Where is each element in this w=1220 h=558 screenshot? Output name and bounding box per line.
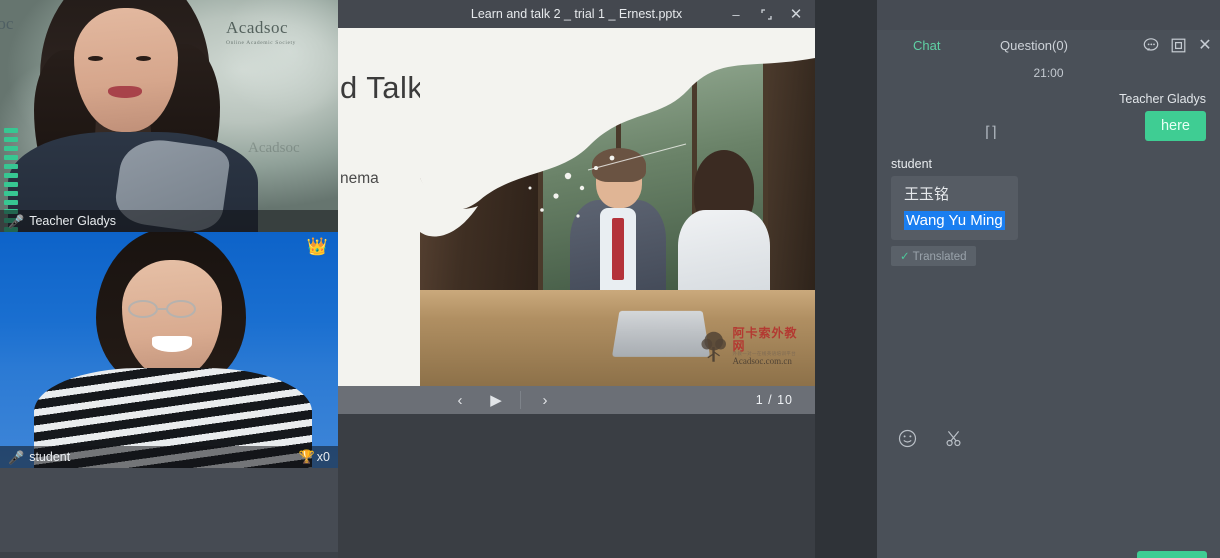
student-glasses-bridge <box>158 308 168 310</box>
control-divider <box>520 391 521 409</box>
backdrop-brand-secondary: Acadsoc <box>248 140 300 157</box>
watermark-cn: 阿卡索外教网 <box>732 327 809 352</box>
photo-person-man-tie <box>612 218 624 280</box>
trophy-count: x0 <box>317 450 330 464</box>
message-bubble-incoming[interactable]: 王玉铭 Wang Yu Ming <box>891 176 1018 240</box>
teacher-eye-right <box>136 56 151 61</box>
chat-message-outgoing: Teacher Gladys here <box>891 92 1206 141</box>
chat-footer: Send <box>877 546 1220 558</box>
message-sender-name: student <box>891 157 1206 171</box>
teacher-mouth <box>108 86 142 98</box>
student-mouth <box>152 336 192 352</box>
send-button[interactable]: Send <box>1137 551 1207 558</box>
minimize-icon[interactable]: – <box>721 0 751 28</box>
presentation-window-backdrop <box>338 414 815 558</box>
slide-subtitle: nema <box>340 170 379 188</box>
chat-toolbar <box>877 418 1220 458</box>
student-name-label: student <box>29 450 70 464</box>
restore-icon[interactable] <box>751 0 781 28</box>
crown-icon: 👑 <box>307 238 328 255</box>
slide-title: d Talk <box>340 70 423 106</box>
microphone-icon: 🎤 <box>8 451 24 464</box>
chat-message-list: 21:00 ⌈⌉ Teacher Gladys here student 王玉铭… <box>877 66 1220 418</box>
dock-window-icon[interactable] <box>1169 36 1187 54</box>
close-icon[interactable]: ✕ <box>1196 36 1214 54</box>
chat-message-incoming: student 王玉铭 Wang Yu Ming ✓Translated <box>891 157 1206 266</box>
student-feed-nameplate: 🎤 student 🏆 x0 <box>0 446 338 468</box>
app-root: sloc soc Acadsoc Online Academic Society… <box>0 0 1220 558</box>
chat-timestamp: 21:00 <box>891 66 1206 80</box>
photo-person-man-hair <box>592 148 646 182</box>
chat-bubble-icon[interactable] <box>1142 36 1160 54</box>
trophy-icon: 🏆 <box>299 449 315 465</box>
slide-canvas[interactable]: d Talk II nema <box>338 28 815 386</box>
photo-laptop <box>612 311 710 357</box>
slide-watermark: 阿卡索外教网 外教一对一在线英语培训平台 Acadsoc.com.cn <box>699 326 809 368</box>
chat-input-area[interactable] <box>877 458 1220 546</box>
presentation-window: Learn and talk 2 _ trial 1 _ Ernest.pptx… <box>338 0 815 414</box>
chat-header: Chat Question(0) <box>877 30 1220 64</box>
tab-chat[interactable]: Chat <box>913 38 940 53</box>
desktop-gap <box>815 0 877 558</box>
translated-label: Translated <box>913 251 967 263</box>
backdrop-tagline: Online Academic Society <box>226 40 296 46</box>
presentation-titlebar[interactable]: Learn and talk 2 _ trial 1 _ Ernest.pptx… <box>338 0 815 28</box>
teacher-eye-left <box>88 56 103 61</box>
play-icon[interactable]: ▶ <box>478 386 514 414</box>
message-text-chinese: 王玉铭 <box>904 184 1005 207</box>
restore-glyph <box>761 9 772 20</box>
close-icon[interactable]: ✕ <box>781 0 811 28</box>
student-glasses-left <box>128 300 158 318</box>
message-text-english-selected[interactable]: Wang Yu Ming <box>904 211 1005 230</box>
presentation-title: Learn and talk 2 _ trial 1 _ Ernest.pptx <box>471 7 682 21</box>
check-icon: ✓ <box>900 251 910 263</box>
chevron-left-icon[interactable]: ‹ <box>442 386 478 414</box>
window-controls: – ✕ <box>721 0 811 28</box>
chat-header-icons: ✕ <box>1142 36 1214 54</box>
tab-question[interactable]: Question(0) <box>1000 38 1068 53</box>
video-feed-student[interactable]: 👑 🎤 student 🏆 x0 <box>0 232 338 468</box>
scissors-icon[interactable] <box>943 428 963 448</box>
message-sender-name: Teacher Gladys <box>891 92 1206 106</box>
chat-panel: Chat Question(0) <box>877 30 1220 558</box>
tree-logo-icon <box>699 330 728 364</box>
translated-badge: ✓Translated <box>891 246 976 266</box>
slide-player-controls: ‹ ▶ › 1 / 10 <box>338 386 815 414</box>
taskbar-sliver <box>0 552 338 558</box>
watermark-en: Acadsoc.com.cn <box>732 357 809 366</box>
page-indicator: 1 / 10 <box>756 393 793 407</box>
video-feed-teacher[interactable]: sloc soc Acadsoc Online Academic Society… <box>0 0 338 232</box>
teacher-feed-nameplate: 🎤 Teacher Gladys <box>0 210 338 232</box>
backdrop-brand: Acadsoc Online Academic Society <box>226 18 296 46</box>
message-bubble-outgoing[interactable]: here <box>1145 111 1206 141</box>
chevron-right-icon[interactable]: › <box>527 386 563 414</box>
backdrop-brand-left: sloc <box>0 14 13 34</box>
microphone-icon: 🎤 <box>8 215 24 228</box>
left-column-filler <box>0 468 338 558</box>
teacher-name-label: Teacher Gladys <box>29 214 116 228</box>
video-feeds-column: sloc soc Acadsoc Online Academic Society… <box>0 0 338 468</box>
student-glasses-right <box>166 300 196 318</box>
text-cursor-icon: ⌈⌉ <box>985 123 997 142</box>
emoji-icon[interactable] <box>897 428 917 448</box>
slide-photo: 阿卡索外教网 外教一对一在线英语培训平台 Acadsoc.com.cn <box>420 50 815 386</box>
